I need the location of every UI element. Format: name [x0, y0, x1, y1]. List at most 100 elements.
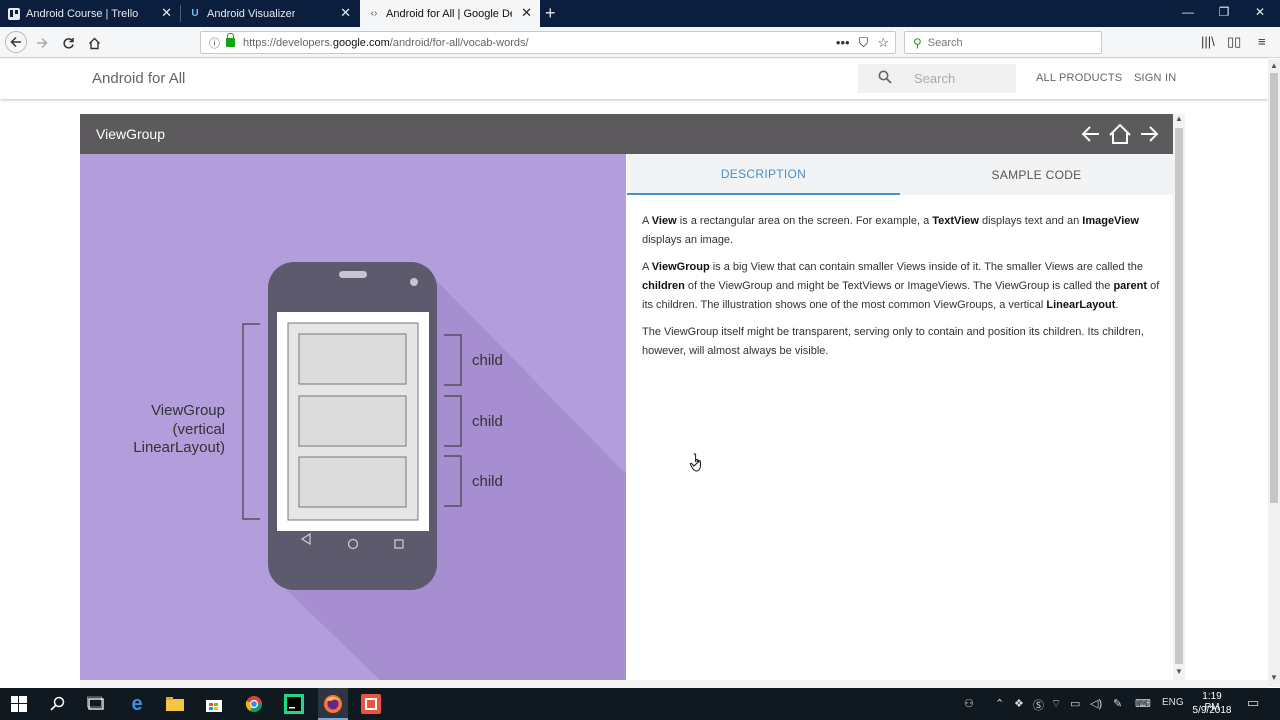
page-scroll-thumb[interactable] [1270, 73, 1278, 503]
battery-icon[interactable]: ▭ [1070, 697, 1080, 710]
keyboard-icon[interactable]: ⌨ [1135, 697, 1151, 710]
more-actions-icon[interactable]: ••• [836, 35, 850, 51]
tab-close-icon[interactable]: ✕ [161, 6, 172, 20]
firefox-icon[interactable] [321, 692, 345, 716]
page-scrollbar[interactable]: ▲ ▼ [1268, 59, 1280, 687]
sign-in-link[interactable]: SIGN IN [1134, 72, 1176, 84]
dropbox-icon[interactable]: ❖ [1014, 697, 1024, 710]
scroll-down-icon[interactable]: ▼ [1270, 673, 1278, 682]
previous-arrow-icon[interactable] [1079, 122, 1103, 146]
tab-description[interactable]: DESCRIPTION [627, 154, 900, 195]
viewgroup-label-line-3: LinearLayout) [133, 439, 225, 456]
widget-header: ViewGroup [80, 114, 1173, 154]
scroll-up-icon[interactable]: ▲ [1175, 114, 1183, 123]
site-title[interactable]: Android for All [92, 70, 185, 87]
vocab-widget: ViewGroup ViewGroup (vertical LinearLayo… [80, 114, 1173, 680]
url-text: https://developers.google.com/android/fo… [243, 36, 529, 49]
widget-scroll-thumb[interactable] [1175, 128, 1183, 664]
illustration-canvas: ViewGroup (vertical LinearLayout) child … [133, 262, 626, 680]
description-paragraph-3: The ViewGroup itself might be transparen… [642, 326, 1144, 357]
tab-android-visualizer[interactable]: U Android Visualizer ✕ [181, 0, 359, 27]
site-search-input[interactable]: Search [858, 64, 1016, 93]
trello-favicon-icon [8, 7, 20, 20]
description-panel: A View is a rectangular area on the scre… [642, 212, 1162, 369]
arrow-left-icon [10, 36, 21, 48]
description-paragraph-1: A View is a rectangular area on the scre… [642, 215, 1139, 246]
menu-hamburger-icon[interactable]: ≡ [1258, 34, 1266, 49]
all-products-link[interactable]: ALL PRODUCTS [1036, 72, 1122, 84]
browser-tab-strip: Android Course | Trello ✕ U Android Visu… [0, 0, 1280, 27]
widget-tabs: DESCRIPTION SAMPLE CODE [627, 154, 1173, 195]
phone-speaker [339, 271, 367, 278]
viewgroup-label-line-2: (vertical [172, 421, 225, 438]
tab-trello[interactable]: Android Course | Trello ✕ [0, 0, 180, 27]
sidebar-icon[interactable]: ▯▯ [1227, 34, 1241, 50]
back-button[interactable] [5, 31, 27, 53]
windows-taskbar: e ⚇ ⌃ ❖ Ⓢ ⌔ ▭ ◁) ✎ ⌨ ENG 1:19 PM 5/9/201… [0, 688, 1280, 720]
bookmark-star-icon[interactable]: ☆ [877, 35, 889, 51]
home-icon[interactable] [1108, 122, 1132, 146]
description-paragraph-2: A ViewGroup is a big View that can conta… [642, 261, 1160, 311]
network-icon[interactable]: ⌔ [1051, 697, 1061, 711]
pen-icon[interactable]: ✎ [1113, 697, 1122, 710]
tab-sample-code[interactable]: SAMPLE CODE [900, 154, 1173, 195]
tab-close-icon[interactable]: ✕ [521, 6, 532, 20]
clock-date[interactable]: 5/9/2018 [1190, 705, 1234, 716]
tab-close-icon[interactable]: ✕ [340, 6, 351, 20]
viewgroup-illustration: ViewGroup (vertical LinearLayout) child … [80, 154, 626, 680]
edge-browser-icon[interactable]: e [125, 692, 149, 716]
app-icon[interactable] [359, 692, 383, 716]
scroll-down-icon[interactable]: ▼ [1175, 667, 1183, 676]
store-icon[interactable] [202, 692, 226, 716]
child-view-1 [298, 333, 407, 385]
next-arrow-icon[interactable] [1137, 122, 1161, 146]
people-icon[interactable]: ⚇ [964, 697, 974, 710]
site-header: Android for All Search ALL PRODUCTS SIGN… [0, 59, 1268, 99]
language-indicator[interactable]: ENG [1162, 697, 1184, 708]
library-icon[interactable]: |||\ [1201, 34, 1215, 49]
forward-button[interactable] [32, 33, 52, 53]
pocket-icon[interactable]: ⛉ [859, 35, 869, 51]
child-label-3: child [472, 473, 503, 490]
maximize-icon[interactable]: ❐ [1214, 5, 1234, 19]
widget-scrollbar[interactable]: ▲ ▼ [1173, 114, 1185, 680]
tab-title: Android Course | Trello [26, 7, 139, 20]
new-tab-button[interactable]: + [545, 3, 556, 23]
arrow-right-icon [37, 37, 48, 49]
site-search-placeholder: Search [914, 71, 956, 86]
widget-title: ViewGroup [96, 126, 166, 142]
child-view-2 [298, 395, 407, 447]
browser-toolbar: ⓘ https://developers.google.com/android/… [0, 27, 1280, 58]
volume-icon[interactable]: ◁) [1090, 697, 1102, 710]
viewgroup-label-line-1: ViewGroup [151, 402, 225, 419]
tab-android-for-all[interactable]: ‹› Android for All | Google Developers ✕ [360, 0, 540, 27]
browser-search-box[interactable]: ⚲ Search [904, 31, 1102, 54]
skype-icon[interactable]: Ⓢ [1033, 697, 1044, 713]
file-explorer-icon[interactable] [163, 692, 187, 716]
show-hidden-icons-icon[interactable]: ⌃ [995, 697, 1004, 710]
child-label-1: child [472, 352, 503, 369]
minimize-icon[interactable]: — [1178, 5, 1198, 19]
address-bar[interactable]: ⓘ https://developers.google.com/android/… [200, 31, 896, 54]
notifications-icon[interactable]: ▭ [1247, 695, 1259, 711]
window-close-icon[interactable]: ✕ [1250, 5, 1270, 19]
info-icon[interactable]: ⓘ [209, 35, 220, 51]
pycharm-icon[interactable] [282, 692, 306, 716]
task-view-icon[interactable] [84, 692, 108, 716]
reload-button[interactable] [58, 33, 78, 53]
search-icon[interactable] [46, 692, 70, 716]
child-view-3 [298, 456, 407, 508]
reload-icon [62, 37, 74, 49]
home-button[interactable] [84, 33, 104, 53]
viewgroup-bracket [242, 323, 260, 520]
windows-start-icon[interactable] [7, 692, 31, 716]
child-label-2: child [472, 413, 503, 430]
home-icon [88, 37, 100, 49]
browser-search-placeholder: Search [927, 36, 963, 49]
chrome-icon[interactable] [242, 692, 266, 716]
horizontal-scrollbar[interactable] [80, 680, 1268, 688]
search-icon: ⚲ [913, 35, 922, 50]
lock-icon [226, 33, 235, 47]
scroll-up-icon[interactable]: ▲ [1270, 61, 1278, 70]
code-favicon-icon: ‹› [370, 8, 378, 19]
